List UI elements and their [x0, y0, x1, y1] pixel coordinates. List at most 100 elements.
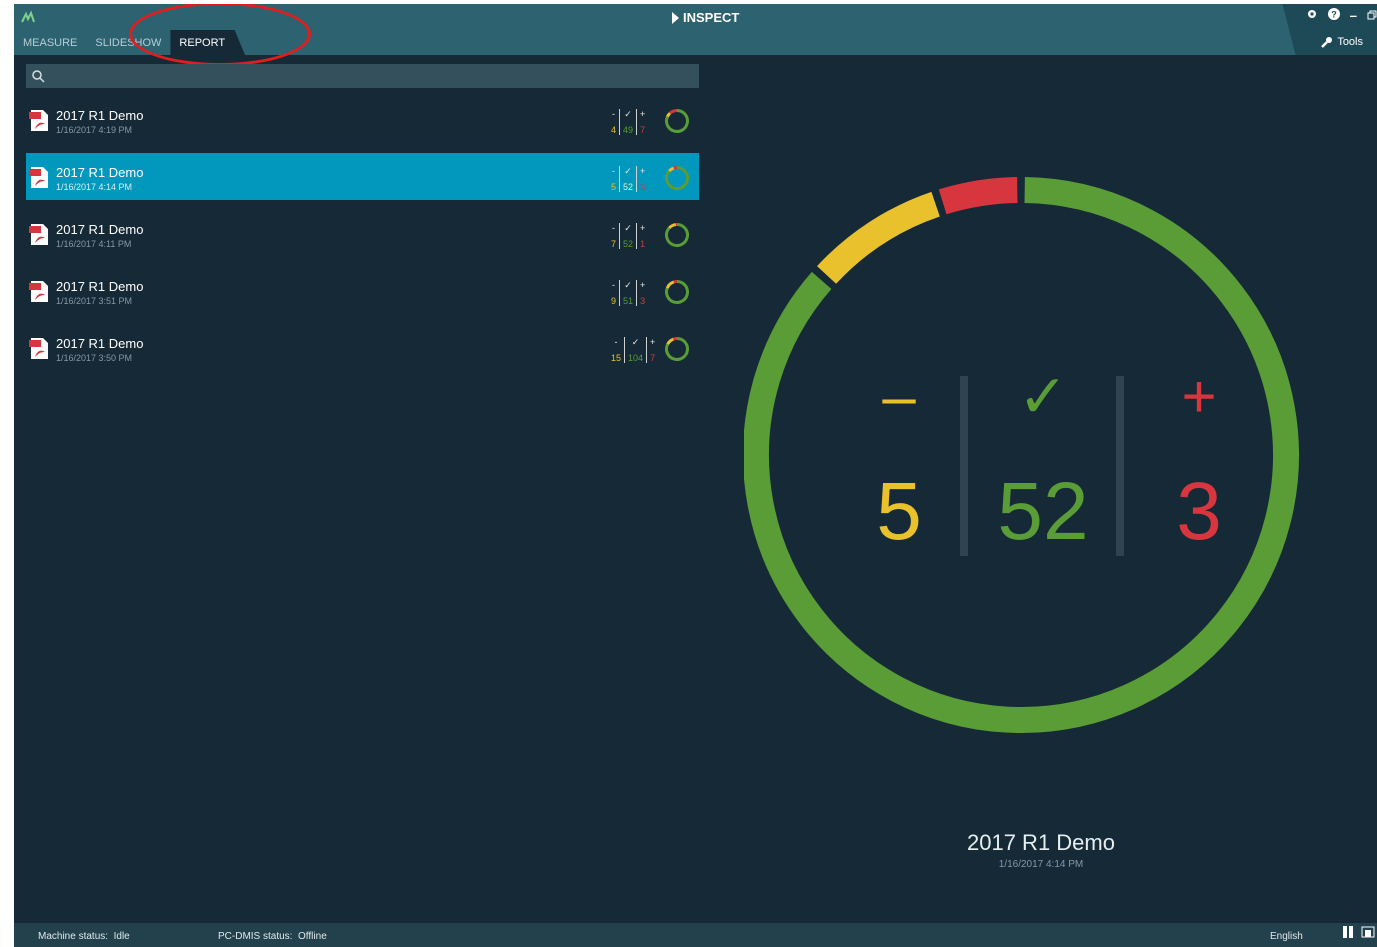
overtol-column: + 3: [1144, 362, 1254, 562]
annotation-circle: [129, 4, 311, 66]
language-selector[interactable]: English: [1270, 931, 1303, 942]
report-stats: -5 ✓ 52 +3: [608, 166, 648, 192]
report-title: 2017 R1 Demo: [56, 336, 144, 351]
undertol-stat-count: 4: [611, 125, 617, 135]
machine-status-label: Machine status:: [38, 931, 109, 942]
overtol-symbol: +: [1181, 363, 1217, 430]
intol-stat-symbol: ✓: [624, 109, 632, 119]
report-title: 2017 R1 Demo: [56, 279, 144, 294]
report-stats: -9 ✓ 51 +3: [608, 280, 648, 306]
report-row[interactable]: 2017 R1 Demo 1/16/2017 3:50 PM - 15 ✓ 104 …: [26, 324, 699, 371]
result-summary: – 5 ✓ 52 + 3: [844, 362, 1234, 562]
undertol-segment: [817, 191, 940, 284]
undertol-segment: [665, 280, 675, 289]
report-title: 2017 R1 Demo: [56, 165, 144, 180]
undertol-stat: -4: [608, 109, 619, 135]
search-input[interactable]: [52, 64, 696, 90]
wrench-icon: [1321, 37, 1333, 48]
undertol-segment: [668, 166, 675, 173]
search-bar[interactable]: [26, 64, 699, 90]
search-icon: [32, 70, 45, 83]
pcdmis-status-value: Offline: [298, 931, 327, 942]
minimize-icon[interactable]: –: [1350, 8, 1357, 23]
overtol-stat-symbol: +: [650, 337, 656, 347]
overtol-stat-symbol: +: [640, 166, 646, 176]
machine-status-value: Idle: [113, 931, 130, 942]
overtol-stat-symbol: +: [640, 223, 646, 233]
intol-stat: ✓ 52: [619, 223, 636, 249]
undertol-stat-count: 15: [611, 353, 622, 363]
report-date: 1/16/2017 4:19 PM: [56, 125, 133, 135]
undertol-segment: [668, 223, 677, 230]
overtol-stat-count: 3: [640, 296, 646, 306]
app-title-text: INSPECT: [683, 10, 740, 25]
undertol-stat-symbol: -: [612, 109, 615, 119]
tools-label: Tools: [1337, 36, 1363, 48]
report-title: 2017 R1 Demo: [56, 222, 144, 237]
pcdmis-status-label: PC-DMIS status:: [218, 931, 293, 942]
report-stats: - 15 ✓ 104 +7: [608, 337, 658, 363]
pcdmis-status: PC-DMIS status: Offline: [218, 931, 327, 942]
report-stats: -7 ✓ 52 +1: [608, 223, 648, 249]
undertol-stat: -9: [608, 280, 619, 306]
intol-count: 52: [997, 466, 1089, 557]
tools-button[interactable]: Tools: [1321, 36, 1363, 48]
overtol-stat: +7: [646, 337, 658, 363]
detail-title: 2017 R1 Demo: [967, 830, 1115, 855]
report-date: 1/16/2017 3:51 PM: [56, 296, 133, 306]
undertol-symbol: –: [882, 363, 916, 430]
restore-icon[interactable]: [1367, 8, 1377, 23]
report-row[interactable]: 2017 R1 Demo 1/16/2017 4:14 PM -5 ✓ 52 +3: [26, 153, 699, 200]
intol-stat-count: 52: [623, 239, 634, 249]
machine-status: Machine status: Idle: [38, 931, 130, 942]
pause-icon[interactable]: [1341, 925, 1355, 939]
undertol-segment: [666, 337, 675, 346]
undertol-column: – 5: [844, 362, 954, 562]
undertol-stat: - 15: [608, 337, 624, 363]
report-date: 1/16/2017 3:50 PM: [56, 353, 133, 363]
undertol-stat: -7: [608, 223, 619, 249]
intol-stat-count: 52: [623, 182, 634, 192]
intol-stat-symbol: ✓: [631, 337, 640, 347]
intol-stat-count: 51: [623, 296, 634, 306]
overtol-stat: +1: [636, 223, 648, 249]
gear-icon[interactable]: [1306, 8, 1318, 23]
undertol-stat-symbol: -: [612, 223, 615, 233]
intol-stat-symbol: ✓: [624, 223, 632, 233]
report-row[interactable]: 2017 R1 Demo 1/16/2017 3:51 PM -9 ✓ 51 +3: [26, 267, 699, 314]
pdf-icon: [29, 338, 48, 359]
report-row[interactable]: 2017 R1 Demo 1/16/2017 4:19 PM -4 ✓ 49 +7: [26, 96, 699, 143]
overtol-count: 3: [1176, 466, 1222, 557]
tab-measure[interactable]: MEASURE: [14, 30, 86, 55]
intol-stat: ✓ 52: [619, 166, 636, 192]
window-controls: ? –: [1306, 8, 1377, 23]
app-window: INSPECT ? – Tools MEASURE SLIDESHOW REPO…: [14, 4, 1377, 947]
undertol-stat-symbol: -: [612, 280, 615, 290]
intol-stat-count: 104: [628, 353, 644, 363]
undertol-stat-symbol: -: [614, 337, 618, 347]
pdf-icon: [29, 110, 48, 131]
overtol-segment: [672, 337, 678, 341]
overtol-segment: [673, 166, 678, 170]
undertol-stat: -5: [608, 166, 619, 192]
mini-result-ring: [665, 280, 689, 304]
undertol-segment: [666, 112, 672, 118]
divider: [1116, 376, 1124, 556]
overtol-segment: [668, 109, 678, 115]
overtol-stat: +7: [636, 109, 648, 135]
help-icon[interactable]: ?: [1327, 8, 1340, 23]
report-row[interactable]: 2017 R1 Demo 1/16/2017 4:11 PM -7 ✓ 52 +1: [26, 210, 699, 257]
mini-result-ring: [665, 166, 689, 190]
intol-stat-symbol: ✓: [624, 280, 632, 290]
overtol-stat-symbol: +: [640, 109, 646, 119]
intol-stat: ✓ 104: [624, 337, 646, 363]
pdf-icon: [29, 224, 48, 245]
overtol-segment: [938, 177, 1018, 215]
status-bar: Machine status: Idle PC-DMIS status: Off…: [14, 923, 1377, 947]
undertol-stat-count: 9: [611, 296, 617, 306]
intol-symbol: ✓: [1017, 363, 1069, 430]
window-icon[interactable]: [1361, 925, 1375, 939]
mini-result-ring: [665, 109, 689, 133]
report-date: 1/16/2017 4:14 PM: [56, 182, 133, 192]
mini-result-ring: [665, 337, 689, 361]
